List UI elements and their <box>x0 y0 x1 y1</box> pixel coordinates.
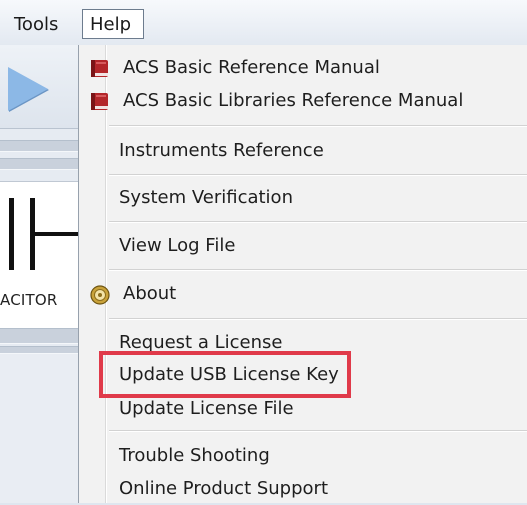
menu-separator <box>109 318 527 319</box>
menu-item-label: Trouble Shooting <box>119 445 270 466</box>
toolbar <box>0 45 78 129</box>
menu-item-acs-basic-libraries-reference-manual[interactable]: ACS Basic Libraries Reference Manual <box>79 85 527 117</box>
schematic-canvas[interactable]: ACITOR <box>0 181 78 329</box>
panel-splitter <box>0 158 78 170</box>
menu-separator <box>109 430 527 431</box>
panel-splitter <box>0 328 78 344</box>
menu-bar: Tools Help <box>0 0 527 46</box>
menu-separator <box>109 174 527 175</box>
menu-separator <box>109 221 527 222</box>
menu-item-instruments-reference[interactable]: Instruments Reference <box>79 135 527 167</box>
menu-help[interactable]: Help <box>82 9 144 39</box>
menu-separator <box>109 125 527 126</box>
play-icon[interactable] <box>8 67 48 111</box>
menu-separator <box>109 269 527 270</box>
menu-item-label: About <box>123 283 177 304</box>
capacitor-lead <box>35 232 78 236</box>
menu-item-system-verification[interactable]: System Verification <box>79 182 527 214</box>
menu-item-label: System Verification <box>119 187 293 208</box>
capacitor-plate-left <box>9 198 14 270</box>
menu-tools[interactable]: Tools <box>14 10 58 39</box>
highlight-annotation-box <box>99 351 351 398</box>
menu-item-about[interactable]: About <box>79 278 527 310</box>
menu-item-view-log-file[interactable]: View Log File <box>79 230 527 262</box>
component-label: ACITOR <box>0 291 58 309</box>
panel-splitter <box>0 346 78 354</box>
lower-panel <box>0 354 78 503</box>
app-background: ACITOR <box>0 45 78 503</box>
menu-item-trouble-shooting[interactable]: Trouble Shooting <box>79 440 527 472</box>
menu-item-acs-basic-reference-manual[interactable]: ACS Basic Reference Manual <box>79 52 527 84</box>
menu-item-label: ACS Basic Libraries Reference Manual <box>123 90 464 111</box>
menu-item-label: ACS Basic Reference Manual <box>123 57 380 78</box>
help-dropdown-menu: ACS Basic Reference Manual ACS Basic Lib… <box>78 45 527 503</box>
book-icon <box>91 60 108 77</box>
panel-splitter <box>0 140 78 152</box>
menu-item-label: View Log File <box>119 235 236 256</box>
book-icon <box>91 93 108 110</box>
menu-item-label: Instruments Reference <box>119 140 324 161</box>
menu-item-online-product-support[interactable]: Online Product Support <box>79 473 527 505</box>
menu-item-label: Online Product Support <box>119 478 329 499</box>
about-icon <box>90 285 110 305</box>
